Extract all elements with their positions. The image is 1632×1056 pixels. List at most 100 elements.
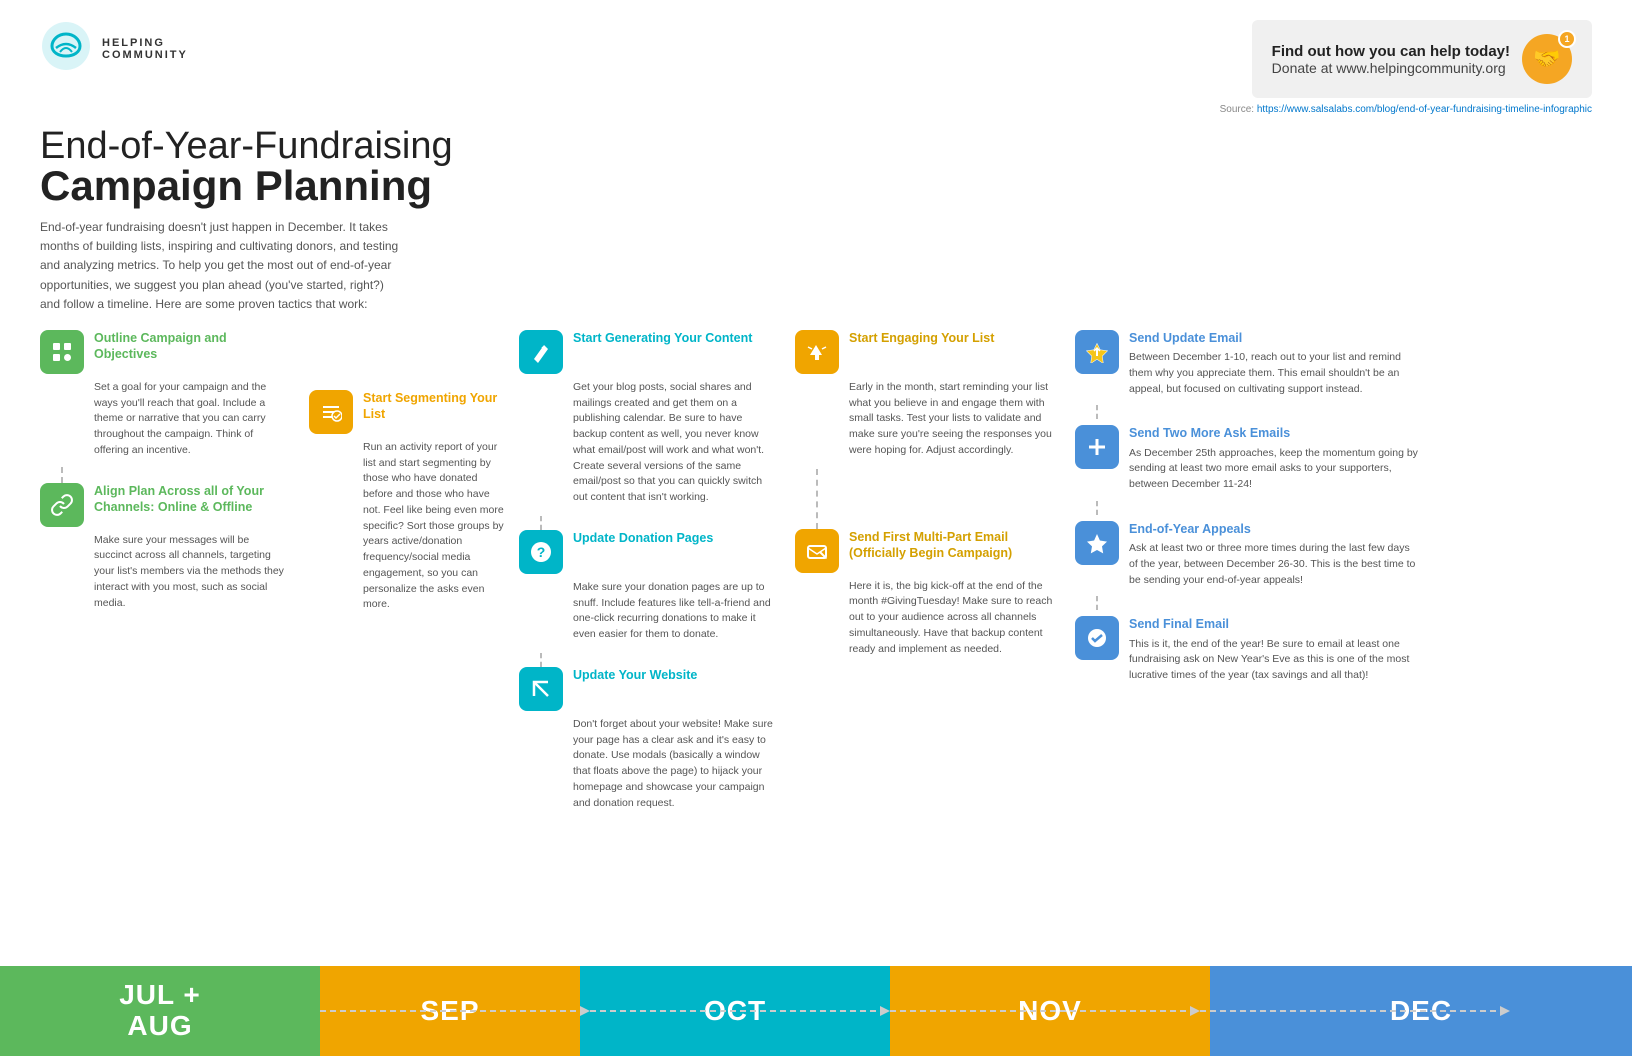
outline-item: Outline Campaign and Objectives (40, 330, 285, 374)
website-item: Update Your Website (519, 667, 775, 711)
jul-column: Outline Campaign and Objectives Set a go… (40, 330, 285, 612)
content-text: Start Generating Your Content (573, 330, 752, 346)
align-item: Align Plan Across all of Your Channels: … (40, 483, 285, 527)
donation-title: Update Donation Pages (573, 530, 713, 546)
month-oct: OCT (580, 966, 890, 1056)
content-icon (519, 330, 563, 374)
final-email-text: Send Final Email This is it, the end of … (1129, 616, 1419, 684)
outline-icon (40, 330, 84, 374)
sep-column: Start Segmenting Your List Run an activi… (285, 330, 505, 613)
month-nov: NOV (890, 966, 1210, 1056)
website-icon (519, 667, 563, 711)
website-title: Update Your Website (573, 667, 697, 683)
month-dec: DEC (1210, 966, 1632, 1056)
v-dot-dec3 (1096, 596, 1098, 610)
final-email-title: Send Final Email (1129, 616, 1419, 632)
donation-item: ? Update Donation Pages (519, 530, 775, 574)
logo: HELPING COMMUNITY (40, 20, 188, 77)
donation-desc: Make sure your donation pages are up to … (519, 580, 775, 643)
page-wrapper: HELPING COMMUNITY Find out how you can h… (0, 0, 1632, 1056)
outline-desc: Set a goal for your campaign and the way… (40, 380, 285, 459)
update-email-item: Send Update Email Between December 1-10,… (1075, 330, 1592, 398)
sep-spacer (309, 330, 505, 390)
outline-title: Outline Campaign and Objectives (94, 330, 285, 363)
month-jul: JUL + AUG (0, 966, 320, 1056)
v-dot-dec1 (1096, 405, 1098, 419)
donate-box-text: Find out how you can help today! Donate … (1272, 43, 1510, 76)
donate-icon: 🤝 1 (1522, 34, 1572, 84)
multipart-icon (795, 529, 839, 573)
multipart-desc: Here it is, the big kick-off at the end … (795, 579, 1055, 658)
engaging-text: Start Engaging Your List (849, 330, 994, 346)
align-title: Align Plan Across all of Your Channels: … (94, 483, 285, 516)
two-more-text: Send Two More Ask Emails As December 25t… (1129, 425, 1419, 493)
two-more-icon (1075, 425, 1119, 469)
donate-badge: 1 (1558, 30, 1576, 48)
eoy-appeals-title: End-of-Year Appeals (1129, 521, 1419, 537)
website-text: Update Your Website (573, 667, 697, 683)
segment-text: Start Segmenting Your List (363, 390, 505, 423)
header: HELPING COMMUNITY Find out how you can h… (0, 0, 1632, 115)
v-dot-oct2 (540, 653, 542, 667)
donate-url: Donate at www.helpingcommunity.org (1272, 60, 1510, 76)
intro-text: End-of-year fundraising doesn't just hap… (0, 210, 440, 314)
multipart-title: Send First Multi-Part Email (Officially … (849, 529, 1055, 562)
multipart-item: Send First Multi-Part Email (Officially … (795, 529, 1055, 573)
v-dot-oct1 (540, 516, 542, 530)
final-email-item: Send Final Email This is it, the end of … (1075, 616, 1592, 684)
logo-icon (40, 20, 92, 77)
content-desc: Get your blog posts, social shares and m… (519, 380, 775, 506)
engaging-title: Start Engaging Your List (849, 330, 994, 346)
svg-text:?: ? (537, 544, 546, 560)
months-bar: JUL + AUG SEP OCT NOV DEC (0, 966, 1632, 1056)
align-desc: Make sure your messages will be succinct… (40, 533, 285, 612)
engaging-desc: Early in the month, start reminding your… (795, 380, 1055, 459)
final-email-icon (1075, 616, 1119, 660)
nov-column: Start Engaging Your List Early in the mo… (775, 330, 1055, 658)
outline-text: Outline Campaign and Objectives (94, 330, 285, 363)
donate-section: Find out how you can help today! Donate … (1172, 20, 1592, 115)
update-email-title: Send Update Email (1129, 330, 1419, 346)
eoy-appeals-item: End-of-Year Appeals Ask at least two or … (1075, 521, 1592, 589)
engaging-icon (795, 330, 839, 374)
eoy-appeals-text: End-of-Year Appeals Ask at least two or … (1129, 521, 1419, 589)
donation-text: Update Donation Pages (573, 530, 713, 546)
logo-community: COMMUNITY (102, 49, 188, 61)
logo-section: HELPING COMMUNITY (40, 20, 188, 77)
segment-desc: Run an activity report of your list and … (309, 440, 505, 613)
final-email-desc: This is it, the end of the year! Be sure… (1129, 637, 1419, 684)
v-dot-dec2 (1096, 501, 1098, 515)
donate-box: Find out how you can help today! Donate … (1252, 20, 1592, 98)
website-desc: Don't forget about your website! Make su… (519, 717, 775, 812)
content-area: Outline Campaign and Objectives Set a go… (0, 314, 1632, 812)
eoy-appeals-desc: Ask at least two or three more times dur… (1129, 541, 1419, 588)
two-more-desc: As December 25th approaches, keep the mo… (1129, 446, 1419, 493)
content-title: Start Generating Your Content (573, 330, 752, 346)
oct-column: Start Generating Your Content Get your b… (505, 330, 775, 812)
v-dot-nov (816, 469, 818, 529)
donation-icon: ? (519, 530, 563, 574)
dec-column: Send Update Email Between December 1-10,… (1055, 330, 1592, 684)
donate-title: Find out how you can help today! (1272, 43, 1510, 60)
two-more-title: Send Two More Ask Emails (1129, 425, 1419, 441)
segment-item: Start Segmenting Your List (309, 390, 505, 434)
title-line2: Campaign Planning (40, 162, 1592, 210)
month-sep: SEP (320, 966, 580, 1056)
align-text: Align Plan Across all of Your Channels: … (94, 483, 285, 516)
eoy-appeals-icon (1075, 521, 1119, 565)
segment-icon (309, 390, 353, 434)
update-email-icon (1075, 330, 1119, 374)
content-item: Start Generating Your Content (519, 330, 775, 374)
v-dot-1 (61, 467, 63, 483)
engaging-item: Start Engaging Your List (795, 330, 1055, 374)
title-section: End-of-Year-Fundraising Campaign Plannin… (0, 115, 1632, 210)
update-email-desc: Between December 1-10, reach out to your… (1129, 350, 1419, 397)
logo-helping: HELPING (102, 37, 188, 49)
align-icon (40, 483, 84, 527)
segment-title: Start Segmenting Your List (363, 390, 505, 423)
two-more-item: Send Two More Ask Emails As December 25t… (1075, 425, 1592, 493)
update-email-text: Send Update Email Between December 1-10,… (1129, 330, 1419, 398)
logo-text: HELPING COMMUNITY (102, 37, 188, 61)
multipart-text: Send First Multi-Part Email (Officially … (849, 529, 1055, 562)
source-text: Source: https://www.salsalabs.com/blog/e… (1220, 104, 1592, 115)
